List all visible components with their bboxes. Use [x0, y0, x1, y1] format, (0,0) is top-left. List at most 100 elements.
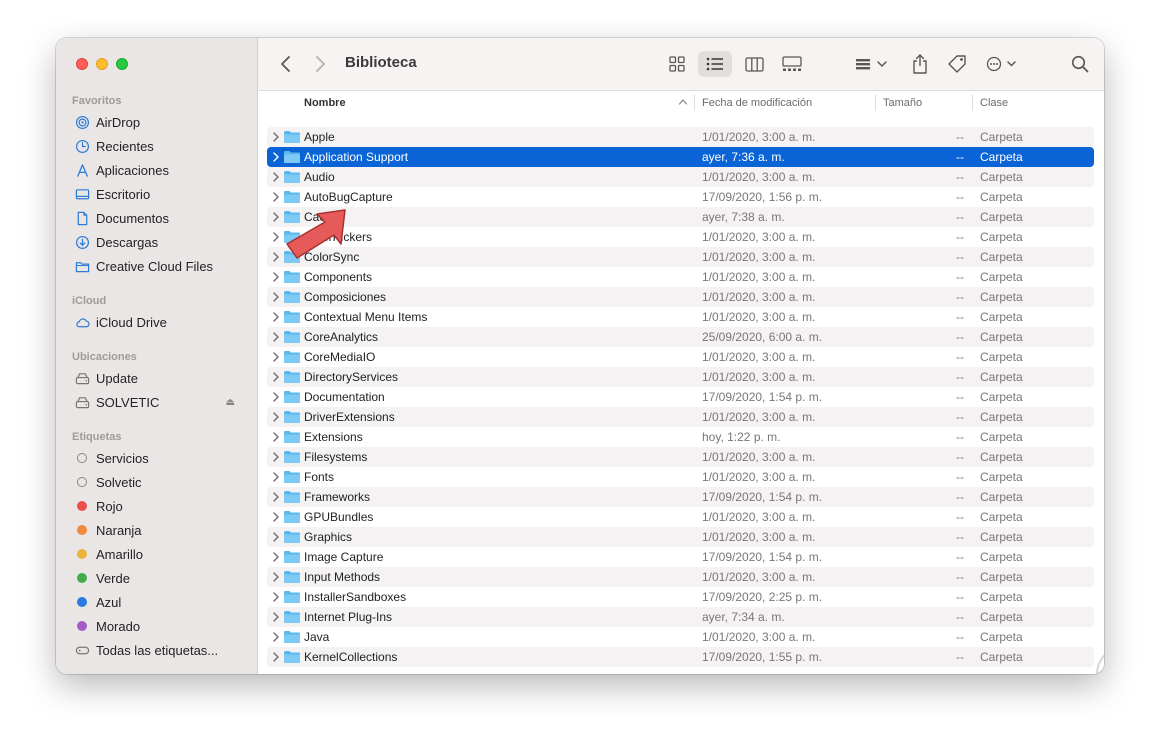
disclosure-chevron-icon[interactable]: [272, 511, 280, 523]
eject-icon[interactable]: ⏏: [226, 397, 235, 408]
table-row[interactable]: DirectoryServices 1/01/2020, 3:00 a. m. --…: [267, 367, 1094, 387]
list-view-button[interactable]: [698, 51, 732, 77]
disclosure-chevron-icon[interactable]: [272, 151, 280, 163]
table-row[interactable]: DriverExtensions 1/01/2020, 3:00 a. m. -- C…: [267, 407, 1094, 427]
disclosure-chevron-icon[interactable]: [272, 551, 280, 563]
disclosure-chevron-icon[interactable]: [272, 651, 280, 663]
disclosure-chevron-icon[interactable]: [272, 471, 280, 483]
table-row[interactable]: CoreAnalytics 25/09/2020, 6:00 a. m. -- Car…: [267, 327, 1094, 347]
disclosure-chevron-icon[interactable]: [272, 311, 280, 323]
sidebar-tag-verde[interactable]: Verde: [56, 566, 257, 590]
folder-icon: [284, 611, 300, 623]
sidebar-tag-morado[interactable]: Morado: [56, 614, 257, 638]
disclosure-chevron-icon[interactable]: [272, 171, 280, 183]
sidebar-tag-azul[interactable]: Azul: [56, 590, 257, 614]
table-row[interactable]: Input Methods 1/01/2020, 3:00 a. m. -- Carp…: [267, 567, 1094, 587]
file-name: Frameworks: [304, 490, 371, 504]
disclosure-chevron-icon[interactable]: [272, 431, 280, 443]
sidebar-tag-naranja[interactable]: Naranja: [56, 518, 257, 542]
disclosure-chevron-icon[interactable]: [272, 411, 280, 423]
table-row[interactable]: Extensions hoy, 1:22 p. m. -- Carpeta: [267, 427, 1094, 447]
disclosure-chevron-icon[interactable]: [272, 631, 280, 643]
search-button[interactable]: [1068, 51, 1092, 77]
table-row[interactable]: Internet Plug-Ins ayer, 7:34 a. m. -- Carpe…: [267, 607, 1094, 627]
table-row[interactable]: Documentation 17/09/2020, 1:54 p. m. -- Car…: [267, 387, 1094, 407]
folder-icon: [284, 271, 300, 283]
icon-view-button[interactable]: [662, 51, 692, 77]
sidebar-tag-amarillo[interactable]: Amarillo: [56, 542, 257, 566]
sidebar-item-creative-cloud-files[interactable]: Creative Cloud Files: [56, 254, 257, 278]
action-menu-button[interactable]: [985, 51, 1021, 77]
table-row[interactable]: Filesystems 1/01/2020, 3:00 a. m. -- Carpet…: [267, 447, 1094, 467]
file-size: --: [956, 630, 964, 644]
table-row[interactable]: Composiciones 1/01/2020, 3:00 a. m. -- Carp…: [267, 287, 1094, 307]
disclosure-chevron-icon[interactable]: [272, 351, 280, 363]
disclosure-chevron-icon[interactable]: [272, 571, 280, 583]
zoom-button[interactable]: [116, 58, 128, 70]
table-row[interactable]: AutoBugCapture 17/09/2020, 1:56 p. m. -- Ca…: [267, 187, 1094, 207]
file-kind: Carpeta: [980, 150, 1023, 164]
file-size: --: [956, 170, 964, 184]
disclosure-chevron-icon[interactable]: [272, 331, 280, 343]
table-row[interactable]: Cachesayer, 7:38 a. m.--Carpeta: [267, 207, 1094, 227]
group-button[interactable]: [854, 51, 892, 77]
sidebar-tag-rojo[interactable]: Rojo: [56, 494, 257, 518]
locations-heading: Ubicaciones: [72, 351, 137, 363]
share-button[interactable]: [908, 51, 932, 77]
gallery-view-button[interactable]: [777, 51, 807, 77]
sidebar-item-icloud-drive[interactable]: iCloud Drive: [56, 310, 257, 334]
table-row[interactable]: ColorSync 1/01/2020, 3:00 a. m. -- Carpeta: [267, 247, 1094, 267]
table-row[interactable]: Components 1/01/2020, 3:00 a. m. -- Carpeta: [267, 267, 1094, 287]
table-row[interactable]: GPUBundles 1/01/2020, 3:00 a. m. -- Carpeta: [267, 507, 1094, 527]
sidebar-item-recientes[interactable]: Recientes: [56, 134, 257, 158]
table-row[interactable]: Graphics 1/01/2020, 3:00 a. m. -- Carpeta: [267, 527, 1094, 547]
tag-button[interactable]: [945, 51, 969, 77]
sidebar-item-airdrop[interactable]: AirDrop: [56, 110, 257, 134]
disclosure-chevron-icon[interactable]: [272, 531, 280, 543]
table-row[interactable]: Frameworks 17/09/2020, 1:54 p. m. -- Carpet…: [267, 487, 1094, 507]
close-button[interactable]: [76, 58, 88, 70]
sidebar-item-documentos[interactable]: Documentos: [56, 206, 257, 230]
table-row[interactable]: ColorPickers1/01/2020, 3:00 a. m.--Carpe…: [267, 227, 1094, 247]
sidebar-item-escritorio[interactable]: Escritorio: [56, 182, 257, 206]
column-view-button[interactable]: [739, 51, 769, 77]
sidebar-tag-todas-las-etiquetas[interactable]: Todas las etiquetas...: [56, 638, 257, 662]
minimize-button[interactable]: [96, 58, 108, 70]
sidebar-tag-solvetic[interactable]: Solvetic: [56, 470, 257, 494]
disclosure-chevron-icon[interactable]: [272, 371, 280, 383]
sidebar-item-descargas[interactable]: Descargas: [56, 230, 257, 254]
sidebar-tag-servicios[interactable]: Servicios: [56, 446, 257, 470]
column-kind-header[interactable]: Clase: [980, 91, 1008, 115]
disclosure-chevron-icon[interactable]: [272, 291, 280, 303]
table-row-selected[interactable]: Application Support ayer, 7:36 a. m. -- Car…: [267, 147, 1094, 167]
table-row[interactable]: Fonts 1/01/2020, 3:00 a. m. -- Carpeta: [267, 467, 1094, 487]
table-row[interactable]: InstallerSandboxes 17/09/2020, 2:25 p. m.…: [267, 587, 1094, 607]
table-row[interactable]: CoreMediaIO 1/01/2020, 3:00 a. m. -- Carpet…: [267, 347, 1094, 367]
disclosure-chevron-icon[interactable]: [272, 231, 280, 243]
forward-button[interactable]: [309, 53, 331, 75]
disclosure-chevron-icon[interactable]: [272, 211, 280, 223]
disclosure-chevron-icon[interactable]: [272, 251, 280, 263]
table-row[interactable]: Audio 1/01/2020, 3:00 a. m. -- Carpeta: [267, 167, 1094, 187]
disclosure-chevron-icon[interactable]: [272, 391, 280, 403]
disclosure-chevron-icon[interactable]: [272, 611, 280, 623]
sidebar-item-solvetic[interactable]: SOLVETIC ⏏: [56, 390, 257, 414]
disclosure-chevron-icon[interactable]: [272, 451, 280, 463]
table-row[interactable]: Java 1/01/2020, 3:00 a. m. -- Carpeta: [267, 627, 1094, 647]
table-row[interactable]: Image Capture 17/09/2020, 1:54 p. m. -- Car…: [267, 547, 1094, 567]
sidebar-item-aplicaciones[interactable]: Aplicaciones: [56, 158, 257, 182]
disclosure-chevron-icon[interactable]: [272, 191, 280, 203]
disclosure-chevron-icon[interactable]: [272, 491, 280, 503]
sidebar-item-update[interactable]: Update: [56, 366, 257, 390]
disclosure-chevron-icon[interactable]: [272, 271, 280, 283]
table-row[interactable]: Apple 1/01/2020, 3:00 a. m. -- Carpeta: [267, 127, 1094, 147]
column-size-header[interactable]: Tamaño: [883, 91, 922, 115]
back-button[interactable]: [275, 53, 297, 75]
disclosure-chevron-icon[interactable]: [272, 591, 280, 603]
column-name-header[interactable]: Nombre: [304, 91, 346, 115]
sidebar-item-label: Naranja: [96, 522, 142, 538]
table-row[interactable]: KernelCollections 17/09/2020, 1:55 p. m. -…: [267, 647, 1094, 667]
disclosure-chevron-icon[interactable]: [272, 131, 280, 143]
column-date-header[interactable]: Fecha de modificación: [702, 91, 812, 115]
table-row[interactable]: Contextual Menu Items 1/01/2020, 3:00 a. …: [267, 307, 1094, 327]
